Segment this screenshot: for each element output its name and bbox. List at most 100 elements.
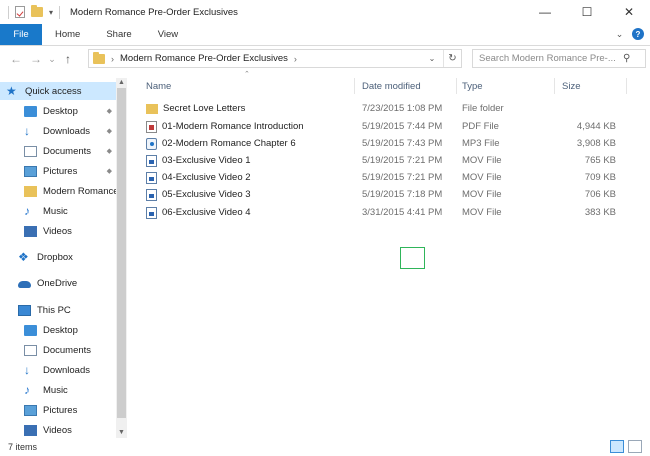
file-name-cell[interactable]: 02-Modern Romance Chapter 6 bbox=[146, 135, 354, 152]
sidebar-item-label: Music bbox=[43, 384, 68, 396]
sidebar-item-pc-downloads[interactable]: ↓ Downloads bbox=[0, 361, 116, 379]
navigation-scrollbar[interactable]: ▲ ▼ bbox=[116, 78, 127, 438]
ribbon-tabs: File Home Share View ⌄ ? bbox=[0, 24, 650, 46]
sidebar-item-dropbox[interactable]: ❖ Dropbox bbox=[0, 248, 116, 266]
column-divider[interactable] bbox=[354, 78, 355, 94]
sidebar-item-videos[interactable]: Videos bbox=[0, 222, 116, 240]
search-box[interactable]: ⚲ bbox=[472, 49, 646, 68]
address-dropdown-icon[interactable]: ⌄ bbox=[425, 50, 439, 67]
folder-icon bbox=[24, 185, 37, 197]
pictures-icon bbox=[24, 404, 37, 416]
table-row[interactable]: 03-Exclusive Video 1 5/19/2015 7:21 PM M… bbox=[136, 152, 636, 169]
scroll-down-icon[interactable]: ▼ bbox=[116, 428, 127, 438]
folder-icon bbox=[93, 51, 105, 64]
chevron-right-icon[interactable]: › bbox=[111, 54, 114, 64]
large-icons-view-icon[interactable] bbox=[628, 440, 642, 453]
file-name-cell[interactable]: 01-Modern Romance Introduction bbox=[146, 118, 354, 135]
tab-share[interactable]: Share bbox=[93, 24, 144, 45]
sidebar-item-pc-music[interactable]: ♪ Music bbox=[0, 381, 116, 399]
help-icon[interactable]: ? bbox=[632, 28, 644, 40]
column-divider[interactable] bbox=[554, 78, 555, 94]
sidebar-item-label: OneDrive bbox=[37, 277, 78, 289]
up-button[interactable]: ↑ bbox=[58, 49, 78, 69]
file-name-cell[interactable]: 03-Exclusive Video 1 bbox=[146, 152, 354, 169]
table-row[interactable]: 02-Modern Romance Chapter 6 5/19/2015 7:… bbox=[136, 135, 636, 152]
column-header-date[interactable]: Date modified bbox=[362, 78, 458, 94]
sidebar-item-documents[interactable]: Documents ◆ bbox=[0, 142, 116, 160]
column-header-size[interactable]: Size bbox=[562, 78, 622, 94]
details-view-icon[interactable] bbox=[610, 440, 624, 453]
scrollbar-thumb[interactable] bbox=[117, 88, 126, 418]
window-controls: — ☐ ✕ bbox=[524, 0, 650, 24]
pin-icon[interactable]: ◆ bbox=[107, 127, 112, 135]
column-header-type[interactable]: Type bbox=[462, 78, 558, 94]
sidebar-item-modern-romance[interactable]: Modern Romance bbox=[0, 182, 116, 200]
sidebar-item-pictures[interactable]: Pictures ◆ bbox=[0, 162, 116, 180]
table-row[interactable]: 01-Modern Romance Introduction 5/19/2015… bbox=[136, 118, 636, 135]
file-name: Secret Love Letters bbox=[163, 103, 246, 114]
table-row[interactable]: 05-Exclusive Video 3 5/19/2015 7:18 PM M… bbox=[136, 186, 636, 203]
chevron-right-icon[interactable]: › bbox=[294, 54, 297, 64]
status-bar: 7 items bbox=[0, 438, 650, 456]
toolbar-separator bbox=[8, 5, 9, 19]
file-name: 01-Modern Romance Introduction bbox=[162, 121, 304, 132]
videos-icon bbox=[24, 225, 37, 237]
pin-icon[interactable]: ◆ bbox=[107, 107, 112, 115]
sidebar-item-desktop[interactable]: Desktop ◆ bbox=[0, 102, 116, 120]
minimize-button[interactable]: — bbox=[524, 0, 566, 24]
search-icon[interactable]: ⚲ bbox=[623, 53, 630, 64]
sidebar-item-quick-access[interactable]: ★ Quick access bbox=[0, 82, 116, 100]
file-size: 4,944 KB bbox=[576, 121, 616, 132]
file-name-cell[interactable]: 04-Exclusive Video 2 bbox=[146, 169, 354, 186]
address-bar[interactable]: › Modern Romance Pre-Order Exclusives › … bbox=[88, 49, 462, 68]
audio-file-icon bbox=[146, 137, 157, 150]
properties-icon[interactable] bbox=[15, 6, 25, 18]
sidebar-item-music[interactable]: ♪ Music bbox=[0, 202, 116, 220]
sidebar-item-pc-documents[interactable]: Documents bbox=[0, 341, 116, 359]
refresh-button[interactable]: ↻ bbox=[443, 50, 461, 67]
file-type: MOV File bbox=[462, 155, 502, 166]
file-name: 02-Modern Romance Chapter 6 bbox=[162, 138, 296, 149]
sidebar-item-pc-pictures[interactable]: Pictures bbox=[0, 401, 116, 419]
file-name-cell[interactable]: Secret Love Letters bbox=[146, 100, 354, 117]
tab-view[interactable]: View bbox=[145, 24, 191, 45]
column-header-name[interactable]: Name bbox=[146, 78, 356, 94]
video-file-icon bbox=[146, 188, 157, 201]
customize-toolbar-icon[interactable]: ▾ bbox=[49, 8, 53, 17]
sidebar-item-label: Videos bbox=[43, 424, 72, 436]
table-row[interactable]: Secret Love Letters 7/23/2015 1:08 PM Fi… bbox=[136, 100, 636, 117]
back-button[interactable]: ← bbox=[6, 49, 26, 69]
address-path[interactable]: Modern Romance Pre-Order Exclusives bbox=[120, 53, 288, 64]
recent-locations-button[interactable]: ⌄ bbox=[46, 49, 58, 69]
table-row[interactable]: 04-Exclusive Video 2 5/19/2015 7:21 PM M… bbox=[136, 169, 636, 186]
item-count: 7 items bbox=[8, 442, 38, 452]
tab-file[interactable]: File bbox=[0, 24, 42, 45]
column-divider[interactable] bbox=[456, 78, 457, 94]
file-name-cell[interactable]: 06-Exclusive Video 4 bbox=[146, 204, 354, 221]
file-name: 04-Exclusive Video 2 bbox=[162, 172, 251, 183]
sidebar-item-pc-desktop[interactable]: Desktop bbox=[0, 321, 116, 339]
column-divider[interactable] bbox=[626, 78, 627, 94]
tab-home[interactable]: Home bbox=[42, 24, 93, 45]
scroll-up-icon[interactable]: ▲ bbox=[116, 78, 127, 88]
file-name-cell[interactable]: 05-Exclusive Video 3 bbox=[146, 186, 354, 203]
pin-icon[interactable]: ◆ bbox=[107, 147, 112, 155]
file-type: MOV File bbox=[462, 172, 502, 183]
sidebar-item-label: Music bbox=[43, 205, 68, 217]
sidebar-item-downloads[interactable]: ↓ Downloads ◆ bbox=[0, 122, 116, 140]
chevron-down-icon[interactable]: ⌄ bbox=[615, 29, 624, 39]
close-button[interactable]: ✕ bbox=[608, 0, 650, 24]
forward-button[interactable]: → bbox=[26, 49, 46, 69]
file-date: 5/19/2015 7:21 PM bbox=[362, 155, 443, 166]
sidebar-item-label: Modern Romance bbox=[43, 185, 116, 197]
table-row[interactable]: 06-Exclusive Video 4 3/31/2015 4:41 PM M… bbox=[136, 204, 636, 221]
new-folder-icon[interactable] bbox=[31, 5, 43, 17]
pin-icon[interactable]: ◆ bbox=[107, 167, 112, 175]
sidebar-item-pc-videos[interactable]: Videos bbox=[0, 421, 116, 438]
sidebar-item-label: Dropbox bbox=[37, 251, 73, 263]
sidebar-item-this-pc[interactable]: This PC bbox=[0, 301, 116, 319]
documents-icon bbox=[24, 145, 37, 157]
sidebar-item-onedrive[interactable]: OneDrive bbox=[0, 274, 116, 292]
search-input[interactable] bbox=[479, 53, 619, 64]
maximize-button[interactable]: ☐ bbox=[566, 0, 608, 24]
